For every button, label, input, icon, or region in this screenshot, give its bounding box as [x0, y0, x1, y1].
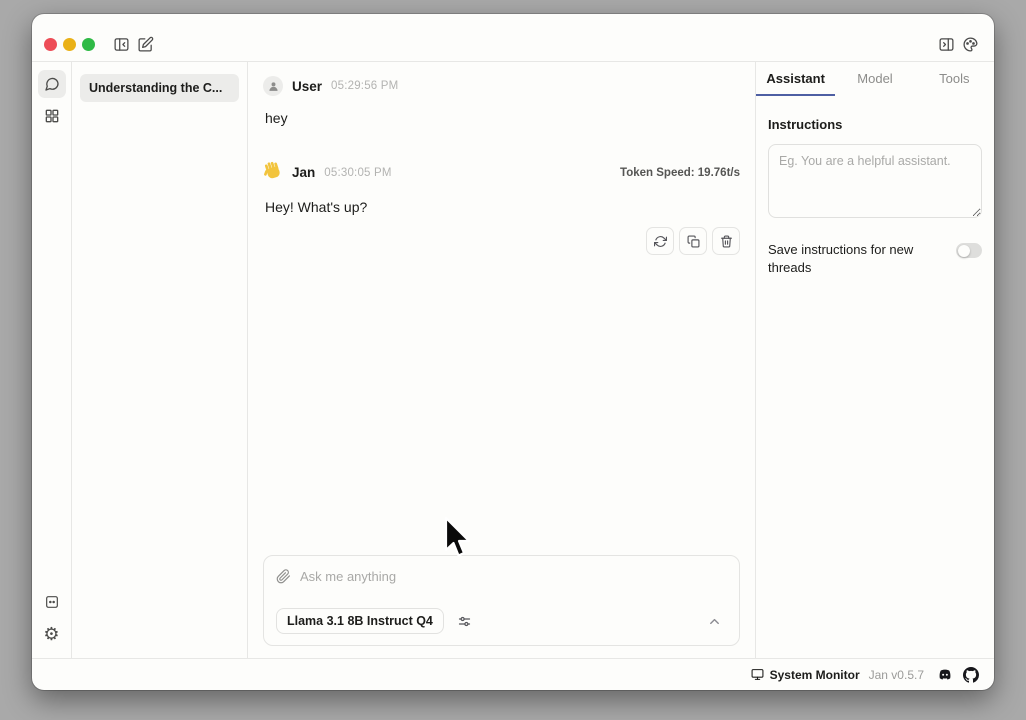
chat-bubble-icon	[44, 76, 60, 92]
save-instructions-row: Save instructions for new threads	[768, 241, 982, 277]
github-link[interactable]	[963, 666, 980, 683]
thread-list-item[interactable]: Understanding the C...	[80, 74, 239, 102]
tab-model[interactable]: Model	[835, 62, 914, 95]
app-version: Jan v0.5.7	[869, 668, 924, 682]
user-avatar	[263, 76, 283, 96]
theme-button[interactable]	[958, 33, 982, 57]
message-text: Hey! What's up?	[265, 199, 740, 215]
new-thread-button[interactable]	[133, 33, 157, 57]
user-message-header: User 05:29:56 PM	[263, 76, 740, 96]
discord-link[interactable]	[937, 666, 954, 683]
thread-title: Understanding the C...	[89, 81, 222, 95]
titlebar	[32, 14, 994, 62]
minimize-window-button[interactable]	[63, 38, 76, 51]
composer-placeholder: Ask me anything	[300, 569, 396, 584]
system-monitor-button[interactable]: System Monitor	[751, 668, 860, 682]
sliders-icon	[457, 614, 472, 629]
model-settings-button[interactable]	[452, 608, 478, 634]
system-monitor-label: System Monitor	[770, 668, 860, 682]
delete-button[interactable]	[712, 227, 740, 255]
save-instructions-toggle[interactable]	[956, 243, 982, 258]
message-actions	[263, 227, 740, 255]
panel-left-icon	[113, 36, 130, 53]
message-author: Jan	[292, 165, 315, 180]
zoom-window-button[interactable]	[82, 38, 95, 51]
trash-icon	[720, 235, 733, 248]
gear-icon: ⚙	[43, 625, 59, 643]
api-server-icon	[44, 594, 60, 610]
tab-tools[interactable]: Tools	[915, 62, 994, 95]
paperclip-icon[interactable]	[276, 569, 291, 584]
tab-assistant[interactable]: Assistant	[756, 62, 835, 95]
message-timestamp: 05:29:56 PM	[331, 80, 398, 92]
regenerate-icon	[654, 235, 667, 248]
jan-app-window: ⚙ Understanding the C... User 05:29:56 P…	[32, 14, 994, 690]
toggle-right-panel-button[interactable]	[934, 33, 958, 57]
main-area: ⚙ Understanding the C... User 05:29:56 P…	[32, 62, 994, 658]
toggle-knob	[958, 245, 970, 257]
traffic-lights	[44, 38, 95, 51]
panel-right-icon	[938, 36, 955, 53]
model-selector-button[interactable]: Llama 3.1 8B Instruct Q4	[276, 608, 444, 634]
left-icon-rail: ⚙	[32, 62, 72, 658]
chevron-up-icon	[707, 614, 722, 629]
toggle-left-panel-button[interactable]	[109, 33, 133, 57]
assistant-tab-content: Instructions Save instructions for new t…	[756, 95, 994, 277]
spacer	[263, 126, 740, 160]
regenerate-button[interactable]	[646, 227, 674, 255]
compose-icon	[137, 36, 154, 53]
discord-icon	[937, 667, 953, 683]
close-window-button[interactable]	[44, 38, 57, 51]
right-panel-tabs: Assistant Model Tools	[756, 62, 994, 95]
composer-input[interactable]: Ask me anything	[276, 569, 727, 584]
monitor-icon	[751, 668, 764, 681]
composer-toolbar: Llama 3.1 8B Instruct Q4	[276, 608, 727, 634]
status-bar: System Monitor Jan v0.5.7	[32, 658, 994, 690]
message-author: User	[292, 79, 322, 94]
desktop-background: ⚙ Understanding the C... User 05:29:56 P…	[0, 0, 1026, 720]
copy-icon	[687, 235, 700, 248]
message-timestamp: 05:30:05 PM	[324, 167, 391, 179]
save-instructions-label: Save instructions for new threads	[768, 241, 938, 277]
settings-button[interactable]: ⚙	[38, 620, 66, 648]
chat-area: User 05:29:56 PM hey Jan 05:30:05 PM Tok…	[248, 62, 755, 658]
wave-hand-icon	[263, 160, 283, 185]
nav-hub-button[interactable]	[38, 102, 66, 130]
grid-icon	[44, 108, 60, 124]
message-composer[interactable]: Ask me anything Llama 3.1 8B Instruct Q4	[263, 555, 740, 646]
local-api-server-button[interactable]	[38, 588, 66, 616]
message-text: hey	[265, 110, 740, 126]
assistant-message-header: Jan 05:30:05 PM Token Speed: 19.76t/s	[263, 160, 740, 185]
collapse-composer-button[interactable]	[701, 608, 727, 634]
person-icon	[267, 80, 280, 93]
thread-list: Understanding the C...	[72, 62, 248, 658]
instructions-textarea[interactable]	[768, 144, 982, 218]
nav-threads-button[interactable]	[38, 70, 66, 98]
palette-icon	[962, 36, 979, 53]
right-panel: Assistant Model Tools Instructions Save …	[755, 62, 994, 658]
token-speed-label: Token Speed: 19.76t/s	[620, 167, 740, 179]
copy-button[interactable]	[679, 227, 707, 255]
instructions-label: Instructions	[768, 117, 982, 132]
github-icon	[963, 667, 979, 683]
